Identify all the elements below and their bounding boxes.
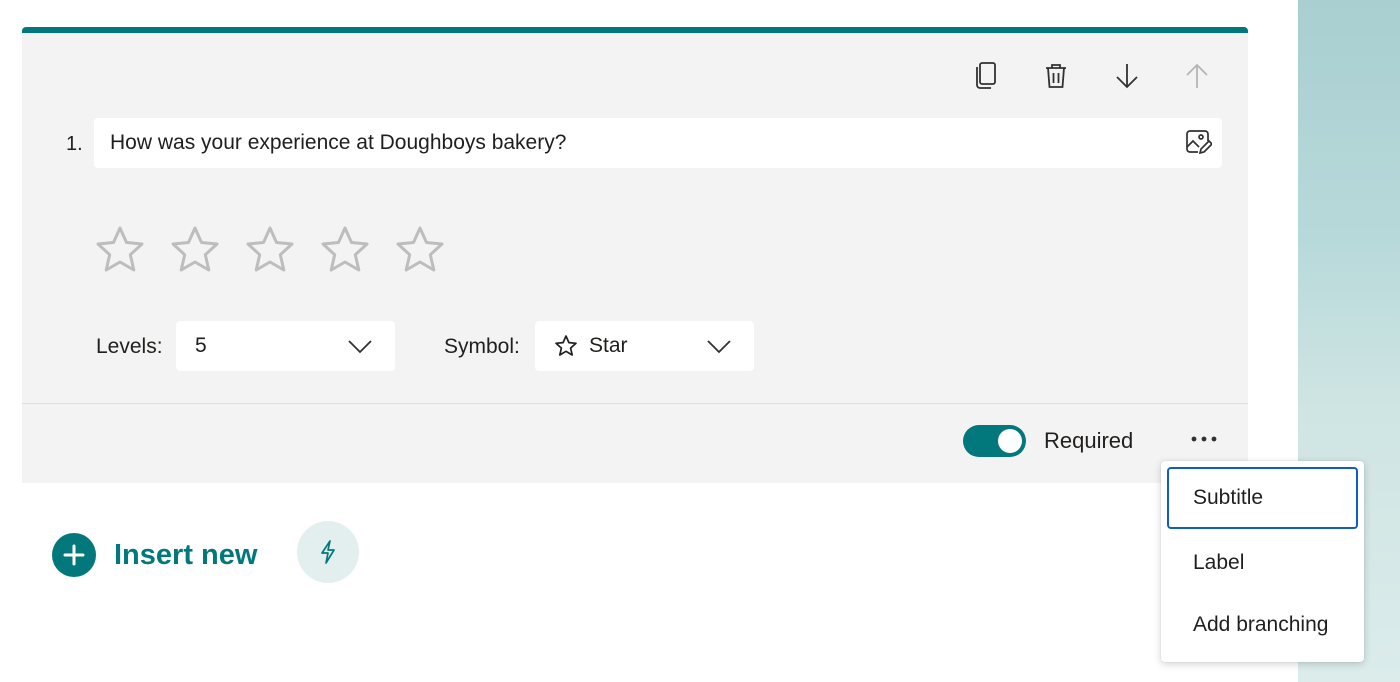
symbol-value: Star [589,334,628,357]
quick-insert-button[interactable] [297,521,359,583]
rating-star-2[interactable] [169,224,221,276]
menu-item-label: Subtitle [1193,486,1264,509]
question-title-text: How was your experience at Doughboys bak… [110,131,567,154]
card-divider [22,403,1248,404]
menu-item-label-text: Label [1193,551,1245,574]
insert-new-button[interactable]: Insert new [52,532,257,578]
lightning-icon [321,540,335,564]
delete-icon[interactable] [1040,58,1072,94]
symbol-label: Symbol: [444,335,520,358]
more-options-button[interactable] [1184,424,1224,454]
copy-icon[interactable] [969,58,1001,94]
rating-stars [94,224,446,276]
insert-media-icon[interactable] [1180,124,1216,160]
question-number: 1. [66,133,83,155]
required-toggle[interactable] [963,425,1026,457]
levels-value: 5 [195,334,207,357]
menu-item-subtitle[interactable]: Subtitle [1167,467,1358,529]
required-label: Required [1044,428,1134,453]
rating-star-3[interactable] [244,224,296,276]
menu-item-add-branching[interactable]: Add branching [1167,594,1358,656]
levels-dropdown[interactable]: 5 [176,321,395,371]
question-title-input[interactable]: How was your experience at Doughboys bak… [94,118,1222,168]
star-icon [555,335,577,356]
chevron-down-icon [707,340,731,354]
move-up-icon[interactable] [1181,58,1213,94]
plus-icon [52,533,96,577]
levels-label: Levels: [96,335,163,358]
more-options-menu: Subtitle Label Add branching [1161,461,1364,662]
symbol-dropdown[interactable]: Star [535,321,754,371]
menu-item-label: Add branching [1193,613,1329,636]
move-down-icon[interactable] [1111,58,1143,94]
rating-star-5[interactable] [394,224,446,276]
rating-star-4[interactable] [319,224,371,276]
rating-star-1[interactable] [94,224,146,276]
toggle-knob [998,429,1022,453]
more-icon [1191,436,1217,442]
menu-item-label[interactable]: Label [1167,532,1358,594]
chevron-down-icon [348,340,372,354]
insert-new-label: Insert new [114,538,258,571]
